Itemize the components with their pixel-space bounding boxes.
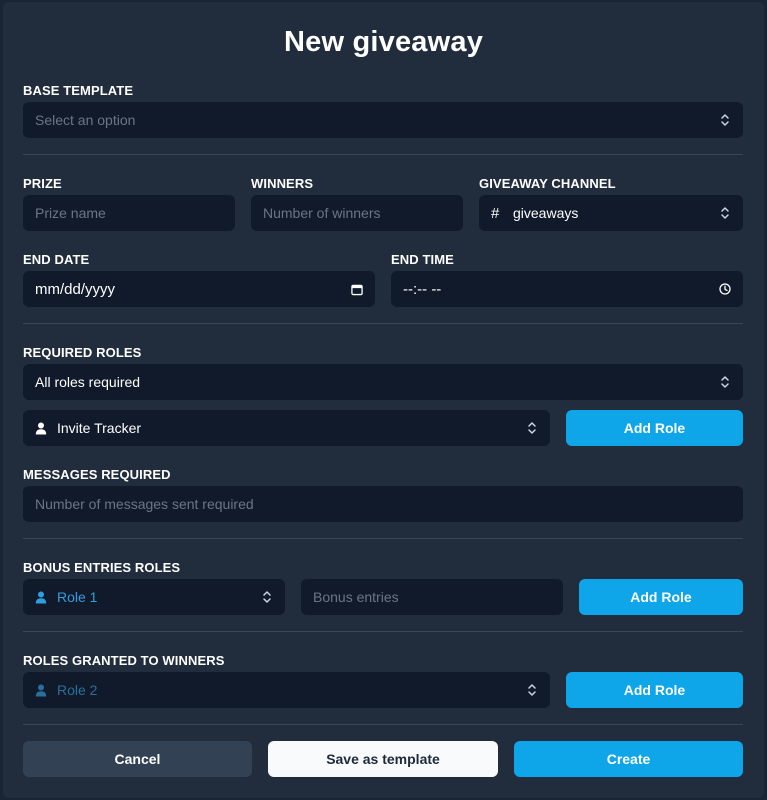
clock-icon[interactable] — [719, 281, 731, 297]
required-roles-mode-select[interactable]: All roles required — [23, 364, 743, 400]
winners-placeholder: Number of winners — [263, 205, 381, 221]
winner-roles-label: ROLES GRANTED TO WINNERS — [23, 653, 225, 668]
user-icon — [35, 591, 57, 604]
bonus-entries-input[interactable]: Bonus entries — [301, 579, 563, 615]
messages-required-input[interactable]: Number of messages sent required — [23, 486, 743, 522]
end-time-label: END TIME — [391, 252, 454, 267]
required-roles-mode-value: All roles required — [35, 374, 141, 390]
messages-required-label: MESSAGES REQUIRED — [23, 467, 171, 482]
add-winner-role-button[interactable]: Add Role — [566, 672, 743, 708]
user-icon — [35, 684, 57, 697]
hash-icon: # — [491, 204, 500, 222]
base-template-label: BASE TEMPLATE — [23, 83, 134, 98]
divider — [23, 631, 743, 632]
winner-role-select[interactable]: Role 2 — [23, 672, 550, 708]
save-as-template-button[interactable]: Save as template — [268, 741, 498, 777]
updown-chevron-icon — [719, 205, 731, 221]
updown-chevron-icon — [526, 682, 538, 698]
winners-label: WINNERS — [251, 176, 314, 191]
channel-select[interactable]: # giveaways — [479, 195, 743, 231]
end-time-value: --:-- -- — [403, 280, 442, 298]
base-template-select[interactable]: Select an option — [23, 102, 743, 138]
winners-input[interactable]: Number of winners — [251, 195, 463, 231]
prize-input[interactable]: Prize name — [23, 195, 235, 231]
prize-placeholder: Prize name — [35, 205, 106, 221]
divider — [23, 323, 743, 324]
user-icon — [35, 422, 57, 435]
end-date-label: END DATE — [23, 252, 90, 267]
bonus-entries-label: BONUS ENTRIES ROLES — [23, 560, 181, 575]
updown-chevron-icon — [261, 589, 273, 605]
base-template-placeholder: Select an option — [35, 112, 136, 128]
updown-chevron-icon — [719, 374, 731, 390]
cancel-button[interactable]: Cancel — [23, 741, 252, 777]
required-roles-label: REQUIRED ROLES — [23, 345, 142, 360]
add-required-role-button[interactable]: Add Role — [566, 410, 743, 446]
messages-required-placeholder: Number of messages sent required — [35, 496, 254, 512]
channel-value: giveaways — [513, 205, 579, 221]
required-role-select[interactable]: Invite Tracker — [23, 410, 550, 446]
updown-chevron-icon — [719, 112, 731, 128]
calendar-icon[interactable] — [351, 281, 363, 297]
prize-label: PRIZE — [23, 176, 62, 191]
end-date-value: mm/dd/yyyy — [35, 280, 116, 298]
updown-chevron-icon — [526, 420, 538, 436]
dialog-title: New giveaway — [283, 26, 484, 58]
bonus-entries-placeholder: Bonus entries — [313, 589, 399, 605]
giveaway-dialog: New giveaway BASE TEMPLATE Select an opt… — [3, 2, 764, 798]
required-role-value: Invite Tracker — [57, 420, 142, 436]
channel-label: GIVEAWAY CHANNEL — [479, 176, 616, 191]
winner-role-value: Role 2 — [57, 682, 98, 698]
divider — [23, 538, 743, 539]
add-bonus-role-button[interactable]: Add Role — [579, 579, 743, 615]
bonus-role-select[interactable]: Role 1 — [23, 579, 285, 615]
bonus-role-value: Role 1 — [57, 589, 98, 605]
end-date-input[interactable]: mm/dd/yyyy — [23, 271, 375, 307]
divider — [23, 154, 743, 155]
end-time-input[interactable]: --:-- -- — [391, 271, 743, 307]
create-button[interactable]: Create — [514, 741, 743, 777]
divider — [23, 724, 743, 725]
